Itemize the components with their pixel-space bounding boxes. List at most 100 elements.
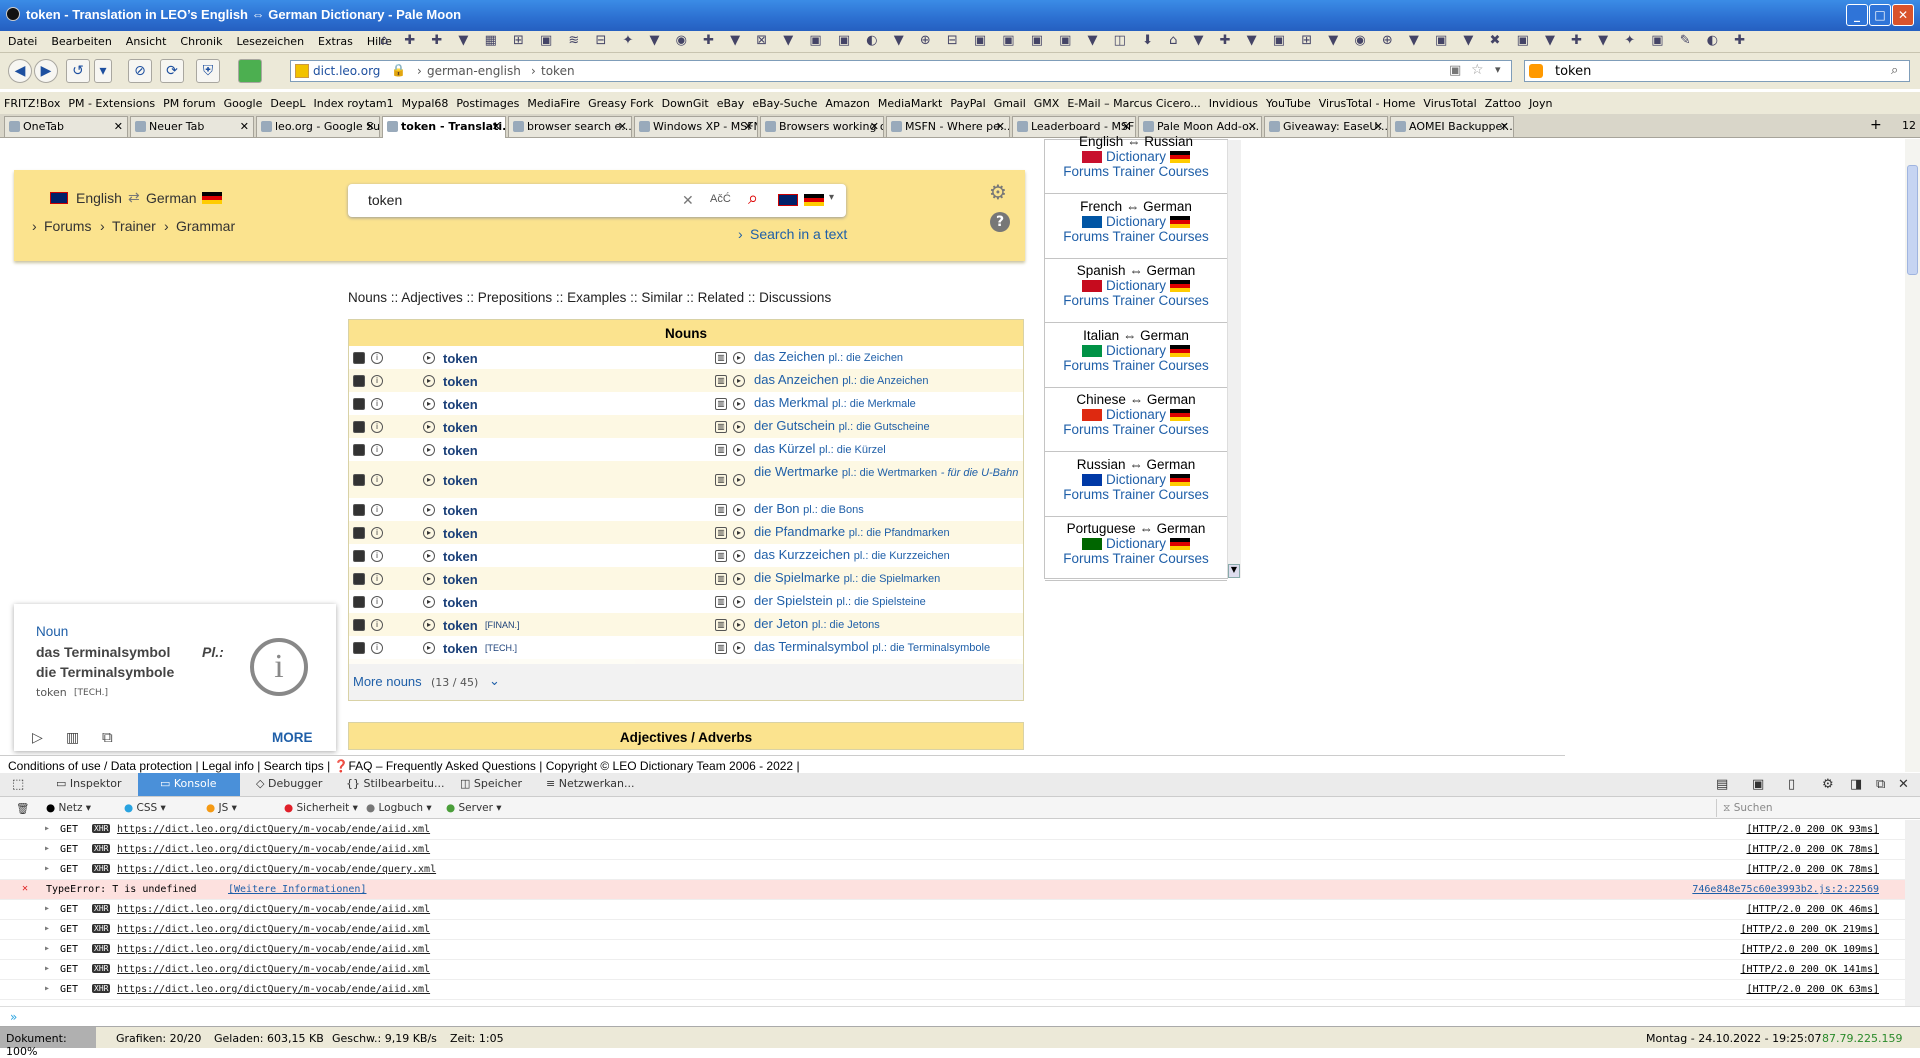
dictionary-link[interactable]: Dictionary <box>1106 343 1166 358</box>
bookmark-item[interactable]: PM - Extensions <box>64 92 159 110</box>
response-status[interactable]: [HTTP/2.0 200 OK 63ms] <box>1747 984 1879 995</box>
english-term[interactable]: token <box>443 473 478 488</box>
back-button[interactable]: ◀ <box>8 59 32 83</box>
info-icon[interactable]: i <box>371 374 383 387</box>
screenshot-icon[interactable]: ▯ <box>1788 777 1795 792</box>
german-translation[interactable]: der Jeton pl.: die Jetons <box>754 616 1022 631</box>
lang-to[interactable]: German <box>146 190 197 206</box>
german-translation[interactable]: das Zeichen pl.: die Zeichen <box>754 349 1022 364</box>
menu-lesezeichen[interactable]: Lesezeichen <box>228 31 310 48</box>
request-url[interactable]: https://dict.leo.org/dictQuery/m-vocab/e… <box>117 904 430 915</box>
console-request-row[interactable]: ▸ GET XHR https://dict.leo.org/dictQuery/m-… <box>0 920 1905 940</box>
german-translation[interactable]: die Pfandmarke pl.: die Pfandmarken <box>754 524 1022 539</box>
lang-from[interactable]: English <box>76 190 122 206</box>
info-icon[interactable]: i <box>371 526 383 539</box>
play-audio-de-icon[interactable]: ▸ <box>733 374 745 387</box>
bookmark-item[interactable]: FRITZ!Box <box>0 92 64 110</box>
bookmark-item[interactable]: Index roytam1 <box>310 92 398 110</box>
bookmark-item[interactable]: DeepL <box>266 92 309 110</box>
table-icon[interactable]: ▥ <box>66 730 79 746</box>
reload-button[interactable]: ⟳ <box>160 59 184 83</box>
expand-arrow-icon[interactable]: ▸ <box>44 943 50 954</box>
tab-close-icon[interactable]: ✕ <box>744 120 753 133</box>
request-url[interactable]: https://dict.leo.org/dictQuery/m-vocab/e… <box>117 944 430 955</box>
german-translation[interactable]: der Bon pl.: die Bons <box>754 501 1022 516</box>
bookmark-item[interactable]: Google <box>220 92 267 110</box>
dictionary-link[interactable]: Dictionary <box>1106 407 1166 422</box>
forums-trainer-courses-links[interactable]: Forums Trainer Courses <box>1045 487 1227 502</box>
more-nouns-bar[interactable]: More nouns (13 / 45) ⌄ <box>349 664 1023 700</box>
expand-arrow-icon[interactable]: ▸ <box>44 843 50 854</box>
play-audio-icon[interactable]: ▸ <box>423 351 435 364</box>
search-engine-icon[interactable] <box>1529 64 1543 78</box>
bookmark-item[interactable]: Postimages <box>452 92 523 110</box>
more-link[interactable]: MORE <box>272 730 313 745</box>
info-icon[interactable]: i <box>371 641 383 654</box>
green-addon-button[interactable] <box>238 59 262 83</box>
english-term[interactable]: token <box>443 503 478 518</box>
play-audio-de-icon[interactable]: ▸ <box>733 443 745 456</box>
play-audio-de-icon[interactable]: ▸ <box>733 641 745 654</box>
scroll-down-icon[interactable]: ▼ <box>1228 564 1240 578</box>
play-audio-de-icon[interactable]: ▸ <box>733 420 745 433</box>
tab-close-icon[interactable]: ✕ <box>618 120 627 133</box>
more-info-link[interactable]: [Weitere Informationen] <box>228 884 366 895</box>
tab-close-icon[interactable]: ✕ <box>1248 120 1257 133</box>
special-chars-icon[interactable]: AčĆ <box>710 193 731 205</box>
filter-server[interactable]: ● Server ▾ <box>446 802 502 814</box>
url-bar[interactable]: dict.leo.org 🔒 › german-english › token … <box>290 60 1512 82</box>
browser-tab[interactable]: Giveaway: EaseU... ✕ <box>1264 116 1388 137</box>
language-pair-title[interactable]: French ⇔ German <box>1045 195 1227 214</box>
german-word[interactable]: das Terminalsymbol <box>754 639 869 654</box>
devtools-settings-icon[interactable]: ⚙ <box>1822 777 1834 792</box>
play-audio-icon[interactable]: ▸ <box>423 420 435 433</box>
inflection-table-icon[interactable]: ▥ <box>715 526 727 539</box>
save-vocab-icon[interactable] <box>353 526 365 539</box>
play-audio-de-icon[interactable]: ▸ <box>733 595 745 608</box>
tab-close-icon[interactable]: ✕ <box>870 120 879 133</box>
german-translation[interactable]: das Kürzel pl.: die Kürzel <box>754 441 1022 456</box>
filter-net[interactable]: ● Netz ▾ <box>46 802 91 814</box>
bookmark-item[interactable]: Invidious <box>1205 92 1262 110</box>
bookmark-item[interactable]: Gmail <box>990 92 1030 110</box>
forward-button[interactable]: ▶ <box>34 59 58 83</box>
bookmark-item[interactable]: MediaMarkt <box>874 92 946 110</box>
tab-close-icon[interactable]: ✕ <box>366 120 375 133</box>
save-vocab-icon[interactable] <box>353 397 365 410</box>
language-pair-title[interactable]: English ⇔ Russian <box>1045 130 1227 149</box>
info-icon[interactable]: i <box>371 549 383 562</box>
scratchpad-icon[interactable]: ▣ <box>1752 777 1764 792</box>
german-flag-small-icon[interactable] <box>804 194 824 206</box>
forums-trainer-courses-links[interactable]: Forums Trainer Courses <box>1045 229 1227 244</box>
play-audio-de-icon[interactable]: ▸ <box>733 503 745 516</box>
expand-arrow-icon[interactable]: ▸ <box>44 923 50 934</box>
english-term[interactable]: token <box>443 397 478 412</box>
lang-dropdown-icon[interactable]: ▾ <box>829 192 834 203</box>
german-translation[interactable]: das Anzeichen pl.: die Anzeichen <box>754 372 1022 387</box>
info-icon[interactable]: i <box>371 503 383 516</box>
undock-icon[interactable]: ⧉ <box>1876 777 1885 792</box>
play-audio-icon[interactable]: ▸ <box>423 397 435 410</box>
request-url[interactable]: https://dict.leo.org/dictQuery/m-vocab/e… <box>117 844 430 855</box>
menu-chronik[interactable]: Chronik <box>172 31 228 48</box>
play-audio-icon[interactable]: ▸ <box>423 641 435 654</box>
console-input[interactable]: » <box>0 1006 1920 1026</box>
console-request-row[interactable]: ▸ GET XHR https://dict.leo.org/dictQuery/m-… <box>0 820 1905 840</box>
bookmark-item[interactable]: E-Mail – Marcus Cicero... <box>1063 92 1204 110</box>
inflection-table-icon[interactable]: ▥ <box>715 351 727 364</box>
bookmark-item[interactable]: eBay-Suche <box>748 92 821 110</box>
tab-count[interactable]: 12 <box>1902 119 1916 132</box>
link-grammar[interactable]: Grammar <box>176 218 235 234</box>
english-term[interactable]: token <box>443 618 478 633</box>
language-pair-title[interactable]: Italian ⇔ German <box>1045 324 1227 343</box>
bookmark-item[interactable]: VirusTotal <box>1419 92 1480 110</box>
page-scrollbar[interactable] <box>1905 139 1920 772</box>
bookmark-item[interactable]: GMX <box>1030 92 1064 110</box>
devtools-tab-inspektor[interactable]: ▭ Inspektor <box>56 777 122 790</box>
dictionary-link[interactable]: Dictionary <box>1106 536 1166 551</box>
pick-element-icon[interactable]: ⬚ <box>12 777 24 792</box>
filter-security[interactable]: ● Sicherheit ▾ <box>284 802 358 814</box>
play-audio-de-icon[interactable]: ▸ <box>733 397 745 410</box>
error-source-link[interactable]: 746e848e75c60e3993b2.js:2:22569 <box>1692 884 1879 895</box>
bookmark-star-icon[interactable]: ☆ <box>1471 62 1484 78</box>
